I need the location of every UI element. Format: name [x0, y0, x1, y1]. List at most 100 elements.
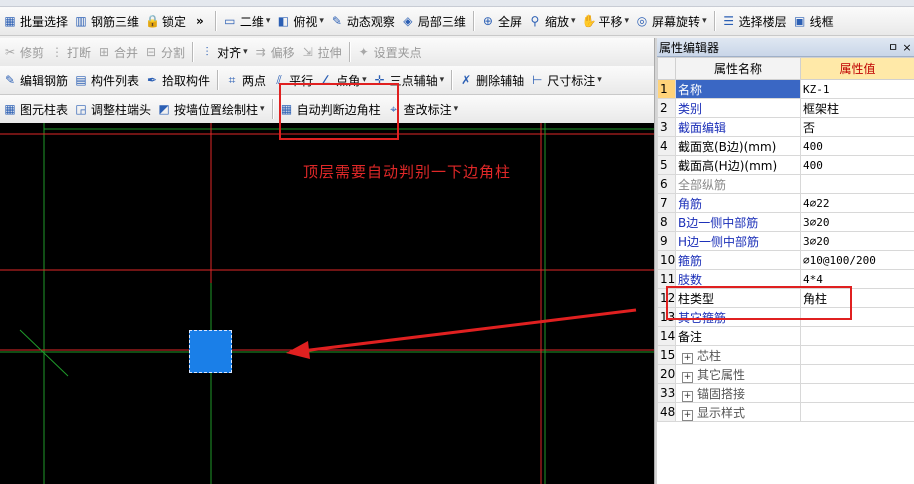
chevron-down-icon[interactable]: ▾	[440, 75, 445, 85]
property-value[interactable]: KZ-1	[800, 79, 914, 99]
column-table-button[interactable]: ▦ 图元柱表	[0, 98, 71, 120]
rebar-3d-button[interactable]: ▥ 钢筋三维	[71, 10, 142, 32]
merge-button[interactable]: ⊞ 合并	[94, 41, 141, 63]
chevron-down-icon[interactable]: ▾	[266, 16, 271, 26]
property-value[interactable]: 角柱	[800, 288, 914, 308]
property-row[interactable]: 7 角筋 4⌀22	[657, 193, 914, 213]
property-value[interactable]	[800, 383, 914, 403]
lock-button[interactable]: 🔒 锁定	[142, 10, 189, 32]
select-floor-button[interactable]: ☰ 选择楼层	[719, 10, 790, 32]
property-value[interactable]	[800, 402, 914, 422]
property-row[interactable]: 5 截面高(H边)(mm) 400	[657, 155, 914, 175]
auto-corner-column-button[interactable]: ▦ 自动判断边角柱	[277, 98, 384, 120]
align-button[interactable]: ⫶ 对齐 ▾	[197, 41, 251, 63]
property-row[interactable]: 4 截面宽(B边)(mm) 400	[657, 136, 914, 156]
property-value[interactable]	[800, 174, 914, 194]
close-icon[interactable]: ×	[900, 41, 914, 54]
property-value[interactable]	[800, 326, 914, 346]
property-row[interactable]: 48 + 显示样式	[657, 402, 914, 422]
chevron-down-icon[interactable]: ▾	[243, 47, 248, 57]
split-button[interactable]: ⊟ 分割	[141, 41, 188, 63]
dimension-button[interactable]: ⊢ 尺寸标注 ▾	[527, 69, 605, 91]
chevron-down-icon[interactable]: ▾	[454, 104, 459, 114]
pick-component-button[interactable]: ✒ 拾取构件	[142, 69, 213, 91]
delete-axis-button[interactable]: ✗ 删除辅轴	[456, 69, 527, 91]
chevron-down-icon[interactable]: ▾	[260, 104, 265, 114]
property-value[interactable]: 否	[800, 117, 914, 137]
property-row[interactable]: 6 全部纵筋	[657, 174, 914, 194]
top-view-button[interactable]: ◧ 俯视 ▾	[273, 10, 327, 32]
property-row[interactable]: 10 箍筋 ⌀10@100/200	[657, 250, 914, 270]
property-value[interactable]	[800, 345, 914, 365]
chevron-down-icon[interactable]: ▾	[597, 75, 602, 85]
property-row[interactable]: 1 名称 KZ-1	[657, 79, 914, 99]
expand-plus-icon[interactable]: +	[682, 352, 693, 364]
pan-button[interactable]: ✋ 平移 ▾	[579, 10, 633, 32]
partial-3d-icon: ◈	[403, 14, 413, 28]
split-label: 分割	[161, 45, 186, 60]
property-row[interactable]: 15 + 芯柱	[657, 345, 914, 365]
property-value[interactable]: 400	[800, 136, 914, 156]
chevron-down-icon[interactable]: ▾	[362, 75, 367, 85]
offset-button[interactable]: ⇉ 偏移	[251, 41, 298, 63]
draw-column-by-wall-button[interactable]: ◩ 按墙位置绘制柱 ▾	[154, 98, 268, 120]
property-value[interactable]: 4⌀22	[800, 193, 914, 213]
property-row[interactable]: 14 备注	[657, 326, 914, 346]
component-list-button[interactable]: ▤ 构件列表	[71, 69, 142, 91]
property-row[interactable]: 8 B边一侧中部筋 3⌀20	[657, 212, 914, 232]
property-row[interactable]: 11 肢数 4*4	[657, 269, 914, 289]
drawing-canvas[interactable]: 顶层需要自动判别一下边角柱	[0, 123, 654, 484]
expand-plus-icon[interactable]: +	[682, 390, 693, 402]
selected-column[interactable]	[189, 330, 232, 373]
parallel-button[interactable]: ⫽ 平行	[269, 69, 316, 91]
break-button[interactable]: ⋮ 打断	[47, 41, 94, 63]
trim-button[interactable]: ✂ 修剪	[0, 41, 47, 63]
property-row[interactable]: 20 + 其它属性	[657, 364, 914, 384]
three-point-axis-button[interactable]: ✛ 三点辅轴 ▾	[370, 69, 448, 91]
chevron-down-icon[interactable]: ▾	[702, 16, 707, 26]
property-value[interactable]: 3⌀20	[800, 212, 914, 232]
property-value[interactable]: 3⌀20	[800, 231, 914, 251]
property-value[interactable]: 框架柱	[800, 98, 914, 118]
property-name: B边一侧中部筋	[675, 212, 801, 232]
property-row[interactable]: 33 + 锚固搭接	[657, 383, 914, 403]
property-value[interactable]	[800, 307, 914, 327]
property-value[interactable]: 400	[800, 155, 914, 175]
stretch-button[interactable]: ⇲ 拉伸	[298, 41, 345, 63]
property-row[interactable]: 12 柱类型 角柱	[657, 288, 914, 308]
auto-corner-column-icon: ▦	[280, 102, 293, 116]
point-angle-button[interactable]: ∠ 点角 ▾	[316, 69, 370, 91]
property-row-number: 8	[657, 212, 676, 232]
fullscreen-button[interactable]: ⊕ 全屏	[478, 10, 525, 32]
grip-button[interactable]: ✦ 设置夹点	[354, 41, 425, 63]
two-point-icon: ⌗	[228, 73, 236, 87]
orbit-button[interactable]: ✎ 动态观察	[327, 10, 398, 32]
property-value[interactable]: ⌀10@100/200	[800, 250, 914, 270]
chevron-down-icon[interactable]: ▾	[625, 16, 630, 26]
chevron-down-icon[interactable]: ▾	[571, 16, 576, 26]
batch-select-button[interactable]: ▦ 批量选择	[0, 10, 71, 32]
rotate-screen-button[interactable]: ◎ 屏幕旋转 ▾	[632, 10, 710, 32]
property-value[interactable]: 4*4	[800, 269, 914, 289]
expand-plus-icon[interactable]: +	[682, 371, 693, 383]
pin-icon[interactable]: ㅁ	[886, 39, 900, 55]
property-row[interactable]: 2 类别 框架柱	[657, 98, 914, 118]
point-angle-icon: ∠	[320, 73, 332, 87]
expand-plus-icon[interactable]: +	[682, 409, 693, 421]
two-point-button[interactable]: ⌗ 两点	[222, 69, 269, 91]
wireframe-button[interactable]: ▣ 线框	[790, 10, 837, 32]
2d-view-button[interactable]: ▭ 二维 ▾	[220, 10, 274, 32]
property-name: H边一侧中部筋	[675, 231, 801, 251]
more-button[interactable]: »	[189, 10, 211, 32]
check-annotation-button[interactable]: ⌖ 查改标注 ▾	[384, 98, 462, 120]
chevron-down-icon[interactable]: ▾	[319, 16, 324, 26]
delete-axis-icon: ✗	[461, 73, 472, 87]
property-row[interactable]: 13 其它箍筋	[657, 307, 914, 327]
property-row[interactable]: 3 截面编辑否	[657, 117, 914, 137]
zoom-button[interactable]: ⚲ 缩放 ▾	[525, 10, 579, 32]
property-row[interactable]: 9 H边一侧中部筋 3⌀20	[657, 231, 914, 251]
adjust-column-end-button[interactable]: ◲ 调整柱端头	[71, 98, 154, 120]
partial-3d-button[interactable]: ◈ 局部三维	[398, 10, 469, 32]
edit-rebar-button[interactable]: ✎ 编辑钢筋	[0, 69, 71, 91]
property-value[interactable]	[800, 364, 914, 384]
